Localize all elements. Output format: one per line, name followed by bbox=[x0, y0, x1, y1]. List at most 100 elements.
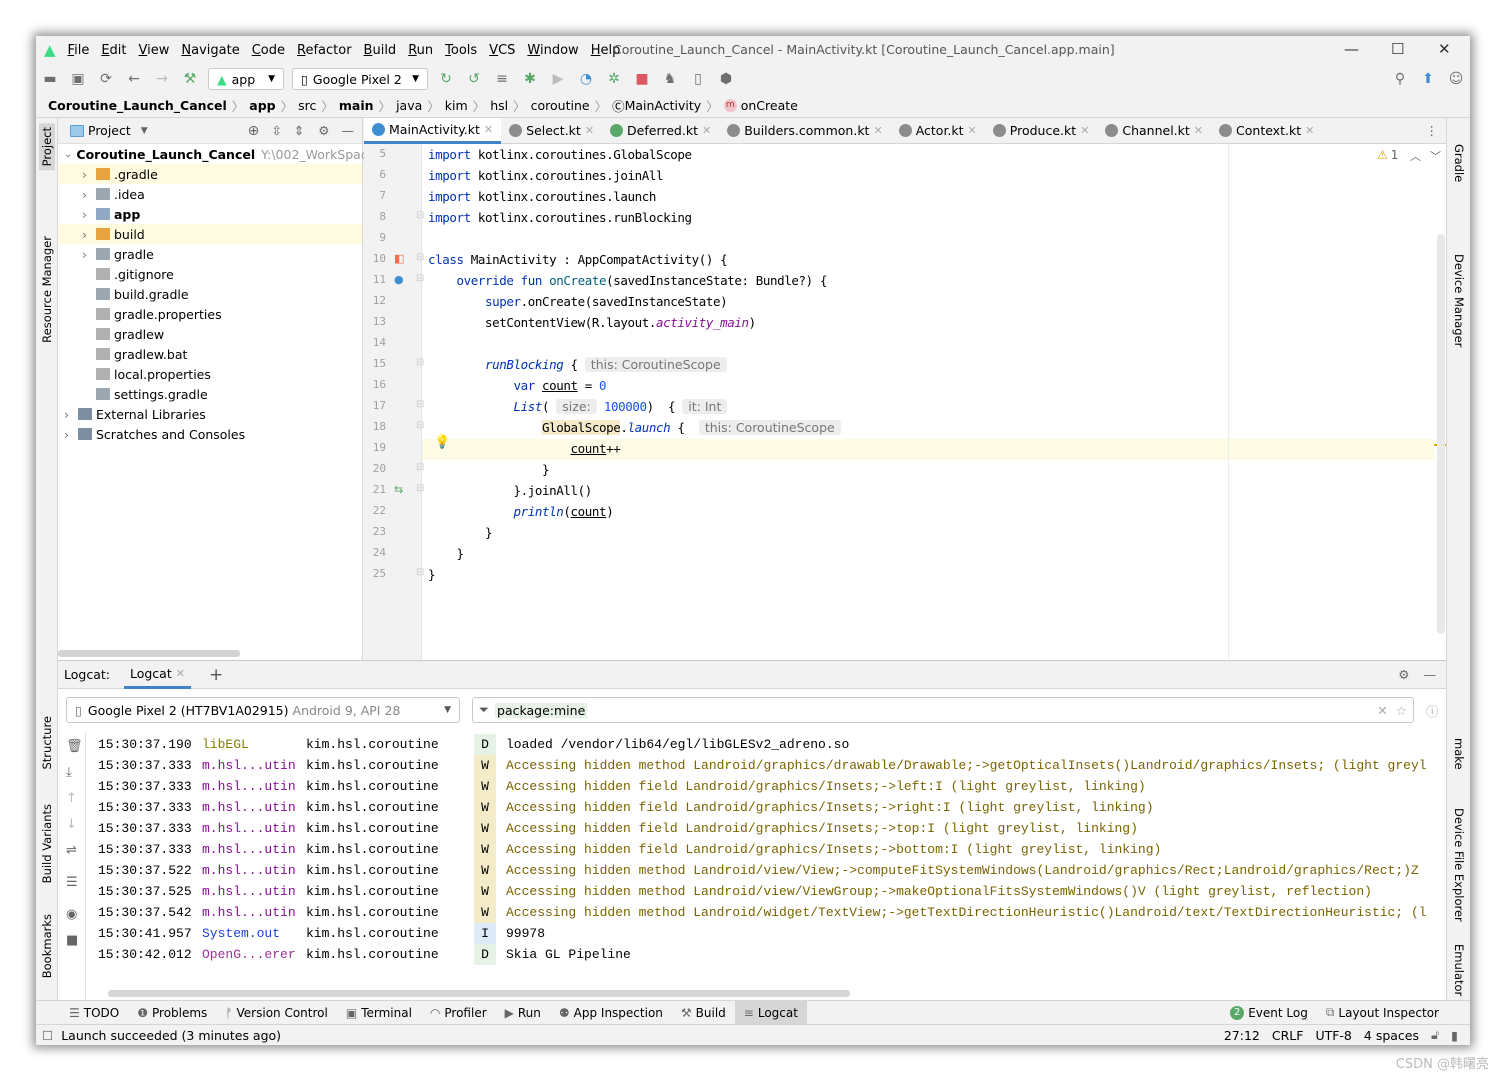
breadcrumb-item[interactable]: src bbox=[298, 98, 316, 113]
horizontal-scrollbar[interactable] bbox=[108, 990, 850, 997]
tab-logcat[interactable]: Logcat ✕ bbox=[123, 661, 191, 689]
tool-tab-run[interactable]: ▶ Run bbox=[496, 1001, 550, 1025]
close-icon[interactable]: ✕ bbox=[176, 667, 185, 680]
file-encoding[interactable]: UTF-8 bbox=[1315, 1028, 1351, 1043]
vertical-scrollbar[interactable] bbox=[1437, 234, 1445, 634]
tree-item[interactable]: › build bbox=[58, 224, 362, 244]
make-tool-button[interactable]: make bbox=[1452, 738, 1466, 770]
tree-item[interactable]: › gradle bbox=[58, 244, 362, 264]
up-icon[interactable]: ↑ bbox=[66, 791, 77, 806]
tab-produce-kt[interactable]: Produce.kt ✕ bbox=[985, 118, 1098, 144]
fold-marker-icon[interactable]: ⊟ bbox=[416, 462, 424, 473]
tree-item[interactable]: gradlew.bat bbox=[58, 344, 362, 364]
expand-all-icon[interactable]: ⇳ bbox=[271, 123, 281, 138]
emulator-tool-button[interactable]: Emulator bbox=[1452, 944, 1466, 996]
breadcrumb-item[interactable]: hsl bbox=[490, 98, 508, 113]
status-message[interactable]: Launch succeeded (3 minutes ago) bbox=[61, 1028, 281, 1043]
project-tool-button[interactable]: Project bbox=[39, 123, 55, 171]
forward-icon[interactable]: → bbox=[154, 71, 170, 87]
search-icon[interactable]: ⚲ bbox=[1392, 71, 1408, 87]
close-tab-icon[interactable]: ✕ bbox=[1194, 124, 1203, 137]
bookmarks-tool-button[interactable]: Bookmarks bbox=[40, 914, 54, 978]
scroll-to-end-icon[interactable]: ⤓ bbox=[66, 765, 72, 780]
breadcrumb-item[interactable]: main bbox=[339, 98, 374, 113]
screen-record-icon[interactable]: ■ bbox=[66, 933, 78, 948]
menu-view[interactable]: View bbox=[139, 43, 170, 58]
breadcrumb-item[interactable]: kim bbox=[445, 98, 468, 113]
lightbulb-icon[interactable]: 💡 bbox=[434, 435, 450, 450]
menu-edit[interactable]: Edit bbox=[101, 43, 126, 58]
gradle-sync-icon[interactable]: ♞ bbox=[662, 71, 678, 87]
down-icon[interactable]: ↓ bbox=[66, 817, 77, 832]
build-hammer-icon[interactable]: ⚒ bbox=[182, 71, 198, 87]
breadcrumb-item[interactable]: java bbox=[396, 98, 422, 113]
breadcrumb-item[interactable]: MainActivity bbox=[625, 98, 702, 113]
tool-tab-todo[interactable]: ☰ TODO bbox=[60, 1001, 128, 1025]
close-tab-icon[interactable]: ✕ bbox=[702, 124, 711, 137]
fold-marker-icon[interactable]: ⊟ bbox=[416, 210, 424, 221]
logcat-filter-input[interactable]: ⏷ package:mine ✕ ☆ bbox=[472, 697, 1414, 723]
format-settings-icon[interactable]: ☰ bbox=[66, 875, 78, 890]
tree-item[interactable]: build.gradle bbox=[58, 284, 362, 304]
open-folder-icon[interactable]: ▬ bbox=[42, 71, 58, 87]
build-variants-tool-button[interactable]: Build Variants bbox=[40, 804, 54, 883]
breadcrumb-item[interactable]: coroutine bbox=[531, 98, 590, 113]
account-icon[interactable]: ☺ bbox=[1448, 71, 1464, 87]
tree-item[interactable]: gradlew bbox=[58, 324, 362, 344]
coverage-icon[interactable]: ▶ bbox=[550, 71, 566, 87]
project-view-select[interactable]: Project bbox=[88, 123, 131, 138]
breadcrumb-item[interactable]: onCreate bbox=[741, 98, 798, 113]
tree-item[interactable]: › app bbox=[58, 204, 362, 224]
menu-vcs[interactable]: VCS bbox=[489, 43, 515, 58]
tree-item[interactable]: .gitignore bbox=[58, 264, 362, 284]
tree-root[interactable]: ⌄ Coroutine_Launch_Cancel Y:\002_WorkSpa… bbox=[58, 144, 375, 164]
menu-refactor[interactable]: Refactor bbox=[297, 43, 352, 58]
tool-tab-problems[interactable]: ❶ Problems bbox=[128, 1001, 216, 1025]
fold-marker-icon[interactable]: ⊟ bbox=[416, 420, 424, 431]
collapse-all-icon[interactable]: ⇕ bbox=[294, 123, 304, 138]
gear-icon[interactable]: ⚙ bbox=[1398, 667, 1409, 682]
clear-logcat-icon[interactable]: 🗑 bbox=[66, 739, 83, 754]
add-tab-icon[interactable]: + bbox=[209, 665, 223, 685]
tab-deferred-kt[interactable]: Deferred.kt ✕ bbox=[602, 118, 719, 144]
tree-item[interactable]: › External Libraries bbox=[58, 404, 362, 424]
log-row[interactable]: 15:30:37.333 m.hsl...utin kim.hsl.coroutin… bbox=[98, 776, 1438, 797]
run-config-select[interactable]: ▲ app ▼ bbox=[208, 68, 284, 90]
warning-icon[interactable]: ⚠ 1 bbox=[1377, 148, 1398, 162]
close-tab-icon[interactable]: ✕ bbox=[1080, 124, 1089, 137]
minimize-button[interactable]: — bbox=[1344, 40, 1359, 58]
log-row[interactable]: 15:30:42.012 OpenG...erer kim.hsl.coroutin… bbox=[98, 944, 1438, 965]
tab-builders-common-kt[interactable]: Builders.common.kt ✕ bbox=[719, 118, 890, 144]
menu-navigate[interactable]: Navigate bbox=[181, 43, 239, 58]
maximize-button[interactable]: ☐ bbox=[1391, 40, 1404, 58]
log-row[interactable]: 15:30:37.333 m.hsl...utin kim.hsl.coroutin… bbox=[98, 755, 1438, 776]
stop-icon[interactable]: ■ bbox=[634, 71, 650, 87]
override-marker-icon[interactable]: ● bbox=[394, 273, 404, 286]
menu-window[interactable]: Window bbox=[527, 43, 578, 58]
tab-select-kt[interactable]: Select.kt ✕ bbox=[501, 118, 602, 144]
sdk-manager-icon[interactable]: ⬢ bbox=[718, 71, 734, 87]
tab-mainactivity-kt[interactable]: MainActivity.kt ✕ bbox=[364, 117, 502, 144]
layout-inspector-button[interactable]: ⧉ Layout Inspector bbox=[1317, 1001, 1448, 1025]
profile-icon[interactable]: ◔ bbox=[578, 71, 594, 87]
log-row[interactable]: 15:30:37.333 m.hsl...utin kim.hsl.coroutin… bbox=[98, 818, 1438, 839]
unlock-icon[interactable]: 🔓︎ bbox=[1431, 1027, 1439, 1043]
menu-file[interactable]: File bbox=[68, 43, 90, 58]
close-tab-icon[interactable]: ✕ bbox=[1305, 124, 1314, 137]
close-tab-icon[interactable]: ✕ bbox=[873, 124, 882, 137]
close-tab-icon[interactable]: ✕ bbox=[585, 124, 594, 137]
update-icon[interactable]: ⬆ bbox=[1420, 71, 1436, 87]
tool-tab-app-inspection[interactable]: ⚉ App Inspection bbox=[550, 1001, 672, 1025]
device-manager-tool-button[interactable]: Device Manager bbox=[1452, 254, 1466, 347]
event-log-button[interactable]: 2 Event Log bbox=[1221, 1001, 1317, 1025]
device-select[interactable]: ▯ Google Pixel 2 ▼ bbox=[292, 68, 428, 90]
sync-icon[interactable]: ⟳ bbox=[98, 71, 114, 87]
log-row[interactable]: 15:30:37.542 m.hsl...utin kim.hsl.coroutin… bbox=[98, 902, 1438, 923]
suspend-call-icon[interactable]: ⇆ bbox=[394, 483, 403, 496]
tool-tab-build[interactable]: ⚒ Build bbox=[672, 1001, 735, 1025]
fold-marker-icon[interactable]: ⊟ bbox=[416, 252, 424, 263]
caret-position[interactable]: 27:12 bbox=[1224, 1028, 1260, 1043]
previous-highlight-icon[interactable]: ︿ bbox=[1410, 148, 1421, 164]
hide-panel-icon[interactable]: — bbox=[1424, 667, 1437, 682]
log-row[interactable]: 15:30:37.525 m.hsl...utin kim.hsl.coroutin… bbox=[98, 881, 1438, 902]
